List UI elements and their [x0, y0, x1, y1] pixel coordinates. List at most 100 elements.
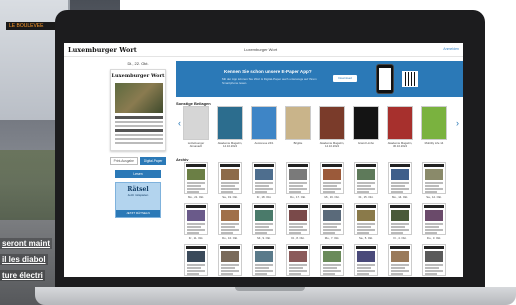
archive-item[interactable]: Mo., 21. Okt. — [182, 162, 210, 199]
puzzle-button[interactable]: JETZT RÄTSELN — [116, 210, 160, 217]
supplement-label: Grand Limbo — [357, 141, 375, 145]
archive-item[interactable]: Mi., 16. Okt. — [318, 162, 346, 199]
supplement-cover[interactable] — [421, 106, 447, 140]
archive-item[interactable]: Mi., 9. Okt. — [250, 203, 278, 240]
supplement-cover[interactable] — [285, 106, 311, 140]
archive-item[interactable]: Fr., 11. Okt. — [182, 203, 210, 240]
supplement-item[interactable]: Grand Limbo — [352, 106, 380, 152]
archive-date-label: Di., 15. Okt. — [358, 195, 374, 199]
supplement-item[interactable]: Brigitte — [284, 106, 312, 152]
archive-item[interactable]: Fr., 4. Okt. — [386, 203, 414, 240]
qr-code-icon — [402, 71, 418, 87]
article-link-3[interactable]: ture électri — [0, 270, 45, 281]
supplement-label: Lëtzebuerger Almanach — [187, 141, 205, 149]
archive-cover[interactable] — [422, 203, 446, 235]
supplement-cover[interactable] — [319, 106, 345, 140]
supplements-carousel: Lëtzebuerger Almanach Akademie Magazin, 1… — [182, 106, 458, 152]
archive-item[interactable]: Do., 3. Okt. — [420, 203, 448, 240]
archive-cover[interactable] — [286, 244, 310, 276]
archive-cover[interactable] — [422, 162, 446, 194]
archive-date-label: Do., 17. Okt. — [290, 195, 306, 199]
supplement-cover[interactable] — [251, 106, 277, 140]
archive-item[interactable]: Do., 17. Okt. — [284, 162, 312, 199]
supplement-cover[interactable] — [353, 106, 379, 140]
supplement-item[interactable]: Akademie Magazin, 14.10.2024 — [318, 106, 346, 152]
download-app-button[interactable]: Download — [333, 75, 357, 82]
archive-item[interactable]: Mi., 25. Sep. — [386, 244, 414, 277]
puzzle-promo[interactable]: Rätsel Jetzt mitspielen JETZT RÄTSELN — [115, 182, 161, 218]
archive-item[interactable]: Di., 24. Sep. — [420, 244, 448, 277]
supplement-item[interactable]: Mobility Life 14 — [420, 106, 448, 152]
smartphone-icon — [376, 64, 394, 94]
archive-item[interactable]: Fr., 18. Okt. — [250, 162, 278, 199]
archive-cover[interactable] — [218, 203, 242, 235]
archive-item[interactable]: Sa., 28. Sep. — [284, 244, 312, 277]
laptop-notch — [235, 287, 305, 291]
archive-item[interactable]: Mo., 14. Okt. — [386, 162, 414, 199]
archive-cover[interactable] — [252, 203, 276, 235]
supplement-cover[interactable] — [183, 106, 209, 140]
tab-digital-paper[interactable]: Digital-Paper — [139, 157, 167, 165]
carousel-next-arrow-icon[interactable]: › — [456, 118, 459, 128]
archive-cover[interactable] — [320, 203, 344, 235]
archive-cover[interactable] — [218, 244, 242, 276]
archive-item[interactable]: Mo., 7. Okt. — [318, 203, 346, 240]
site-logo[interactable]: Luxemburger Wort — [68, 46, 137, 54]
archive-cover[interactable] — [252, 162, 276, 194]
archive-cover[interactable] — [388, 244, 412, 276]
puzzle-title: Rätsel — [127, 186, 149, 193]
archive-item[interactable]: Do., 10. Okt. — [216, 203, 244, 240]
archive-cover[interactable] — [286, 162, 310, 194]
archive-item[interactable]: Sa., 12. Okt. — [420, 162, 448, 199]
archive-date-label: Mo., 21. Okt. — [187, 195, 204, 199]
supplement-item[interactable]: Akademie Magazin, 14.10.2024 — [216, 106, 244, 152]
tab-print-edition[interactable]: Print-Ausgabe — [109, 157, 138, 165]
supplement-cover[interactable] — [387, 106, 413, 140]
archive-cover[interactable] — [184, 203, 208, 235]
article-link-2[interactable]: il les diabol — [0, 254, 48, 265]
article-link-1[interactable]: seront maint — [0, 238, 53, 249]
archive-cover[interactable] — [388, 203, 412, 235]
current-edition-cover[interactable]: Luxemburger Wort — [110, 69, 166, 151]
archive-cover[interactable] — [184, 244, 208, 276]
archive-cover[interactable] — [320, 244, 344, 276]
archive-item[interactable]: Mi., 2. Okt. — [182, 244, 210, 277]
archive-date-label: Mo., 14. Okt. — [391, 195, 408, 199]
archive-date-label: Fr., 18. Okt. — [256, 195, 272, 199]
app-promo-banner: Kennen Sie schon unsere E-Paper App? Mit… — [176, 61, 463, 97]
banner-headline: Kennen Sie schon unsere E-Paper App? — [224, 69, 312, 74]
archive-item[interactable]: Do., 26. Sep. — [352, 244, 380, 277]
archive-cover[interactable] — [354, 244, 378, 276]
supplement-label: Akademie Magazin, 30.10.2024 — [387, 141, 413, 149]
banner-subtext: Mit der App können Sie Wort & Digital-Pa… — [222, 77, 317, 85]
archive-cover[interactable] — [354, 203, 378, 235]
cover-text-lines — [115, 116, 163, 146]
supplement-item[interactable]: Lëtzebuerger Almanach — [182, 106, 210, 152]
archive-date-label: Fr., 11. Okt. — [188, 236, 204, 240]
archive-item[interactable]: Mo., 30. Sep. — [250, 244, 278, 277]
archive-cover[interactable] — [184, 162, 208, 194]
archive-cover[interactable] — [252, 244, 276, 276]
archive-item[interactable]: Fr., 27. Sep. — [318, 244, 346, 277]
archive-date-label: Do., 10. Okt. — [222, 236, 238, 240]
archive-cover[interactable] — [218, 162, 242, 194]
archive-item[interactable]: Sa., 19. Okt. — [216, 162, 244, 199]
supplement-label: Mobility Life 14 — [424, 141, 444, 145]
archive-cover[interactable] — [422, 244, 446, 276]
supplement-item[interactable]: Autorevue 24/1 — [250, 106, 278, 152]
supplement-cover[interactable] — [217, 106, 243, 140]
supplement-item[interactable]: Akademie Magazin, 30.10.2024 — [386, 106, 414, 152]
archive-item[interactable]: Di., 15. Okt. — [352, 162, 380, 199]
read-button[interactable]: Lesen — [115, 170, 161, 178]
archive-date-label: Sa., 19. Okt. — [222, 195, 238, 199]
archive-item[interactable]: Sa., 5. Okt. — [352, 203, 380, 240]
archive-cover[interactable] — [388, 162, 412, 194]
archive-cover[interactable] — [286, 203, 310, 235]
archive-cover[interactable] — [354, 162, 378, 194]
archive-cover[interactable] — [320, 162, 344, 194]
archive-item[interactable]: Di., 8. Okt. — [284, 203, 312, 240]
carousel-prev-arrow-icon[interactable]: ‹ — [178, 118, 181, 128]
laptop-screen: Luxemburger Wort Luxemburger Wort Anmeld… — [64, 43, 463, 277]
archive-item[interactable]: Di., 1. Okt. — [216, 244, 244, 277]
login-link[interactable]: Anmelden — [443, 47, 459, 51]
